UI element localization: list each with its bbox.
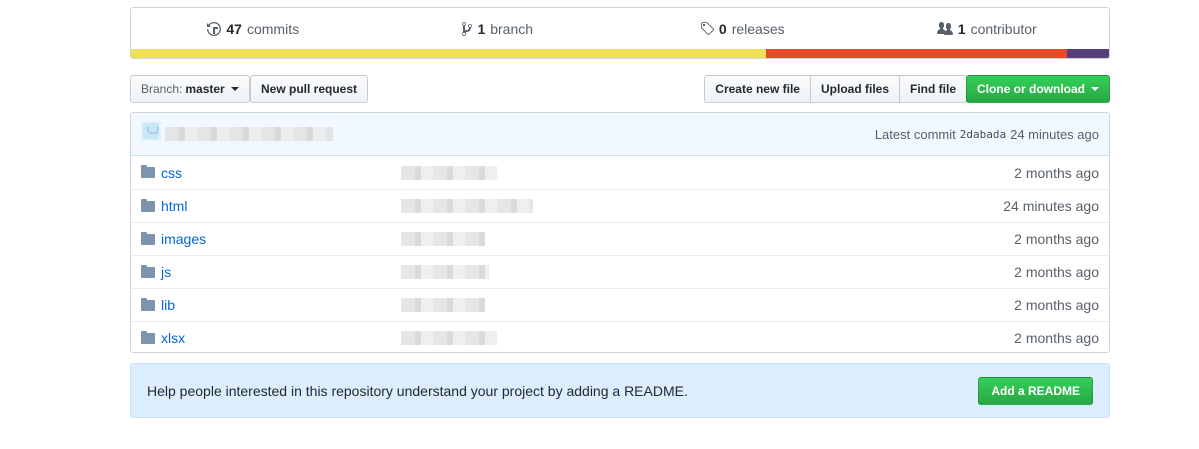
commit-message-cell — [401, 298, 1014, 312]
file-name-link[interactable]: xlsx — [161, 330, 401, 346]
release-label: releases — [731, 20, 785, 37]
repo-summary: 47 commits 1 branch 0 releases 1 contrib… — [130, 7, 1110, 59]
commit-message-cell — [401, 165, 1014, 180]
find-file-button[interactable]: Find file — [899, 75, 967, 103]
git-branch-icon — [462, 21, 473, 36]
branch-name: master — [185, 82, 225, 96]
branch-count: 1 — [477, 20, 486, 37]
file-name-link[interactable]: lib — [161, 297, 401, 313]
file-name-link[interactable]: html — [161, 198, 401, 214]
file-row: images 2 months ago — [131, 222, 1109, 255]
latest-commit-bar: Latest commit 2dabada 24 minutes ago — [131, 113, 1109, 156]
file-row: lib 2 months ago — [131, 288, 1109, 321]
redacted-commit-message — [401, 331, 497, 345]
file-age: 24 minutes ago — [1003, 198, 1099, 214]
redacted-commit-message — [165, 127, 333, 141]
clone-label: Clone or download — [977, 82, 1085, 96]
file-actions-group: Create new file Upload files Find file — [704, 75, 967, 103]
redacted-commit-message — [401, 199, 533, 213]
clone-or-download-button[interactable]: Clone or download — [966, 75, 1110, 103]
folder-icon — [141, 231, 155, 245]
new-pull-request-button[interactable]: New pull request — [250, 75, 369, 103]
folder-icon — [141, 198, 155, 212]
latest-commit-meta: Latest commit 2dabada 24 minutes ago — [875, 127, 1099, 142]
history-icon — [207, 21, 222, 36]
create-new-file-button[interactable]: Create new file — [704, 75, 811, 103]
folder-icon — [141, 330, 155, 344]
avatar[interactable] — [141, 121, 161, 141]
readme-prompt-text: Help people interested in this repositor… — [147, 382, 688, 399]
file-age: 2 months ago — [1014, 231, 1099, 247]
contributor-count: 1 — [957, 20, 966, 37]
readme-prompt: Help people interested in this repositor… — [130, 363, 1110, 418]
contributors-link[interactable]: 1 contributor — [865, 21, 1110, 37]
file-age: 2 months ago — [1014, 297, 1099, 313]
redacted-commit-message — [401, 232, 485, 246]
folder-icon — [141, 264, 155, 278]
tag-icon — [700, 21, 714, 35]
file-row: xlsx 2 months ago — [131, 321, 1109, 352]
branch-prefix: Branch: — [141, 82, 183, 96]
file-navigation: Branch: master New pull request Create n… — [130, 75, 1110, 103]
file-name-link[interactable]: images — [161, 231, 401, 247]
branches-link[interactable]: 1 branch — [376, 21, 621, 37]
commit-label: commits — [246, 20, 300, 37]
contributor-label: contributor — [970, 20, 1037, 37]
commit-sha-link[interactable]: 2dabada — [960, 128, 1006, 141]
file-age: 2 months ago — [1014, 264, 1099, 280]
file-row: js 2 months ago — [131, 255, 1109, 288]
folder-icon — [141, 165, 155, 178]
file-age: 2 months ago — [1014, 330, 1099, 346]
add-readme-button[interactable]: Add a README — [978, 376, 1093, 405]
redacted-commit-message — [401, 265, 489, 279]
file-row: html 24 minutes ago — [131, 189, 1109, 222]
release-count: 0 — [718, 20, 727, 37]
commit-message-cell — [401, 331, 1014, 345]
redacted-commit-message — [401, 165, 497, 180]
caret-down-icon — [1091, 87, 1099, 91]
file-row: css 2 months ago — [131, 156, 1109, 189]
language-segment[interactable] — [1066, 49, 1109, 58]
latest-commit-age: 24 minutes ago — [1010, 126, 1099, 142]
commit-message-cell — [401, 265, 1014, 279]
language-bar[interactable] — [131, 49, 1109, 58]
language-segment[interactable] — [765, 49, 1067, 58]
releases-link[interactable]: 0 releases — [620, 21, 865, 37]
redacted-commit-message — [401, 298, 485, 312]
file-name-link[interactable]: js — [161, 264, 401, 280]
language-segment[interactable] — [131, 49, 766, 58]
upload-files-button[interactable]: Upload files — [809, 75, 900, 103]
commit-count: 47 — [226, 20, 242, 37]
people-icon — [936, 21, 953, 35]
commits-link[interactable]: 47 commits — [131, 21, 376, 37]
folder-icon — [141, 297, 155, 311]
file-age: 2 months ago — [1014, 164, 1099, 181]
branch-label: branch — [490, 20, 534, 37]
latest-commit-prefix: Latest commit — [874, 126, 956, 142]
file-name-link[interactable]: css — [161, 165, 401, 181]
caret-down-icon — [230, 87, 239, 91]
commit-message-cell — [401, 199, 1003, 213]
commit-message-cell — [401, 232, 1014, 246]
file-list: Latest commit 2dabada 24 minutes ago css… — [130, 112, 1110, 353]
branch-select-button[interactable]: Branch: master — [130, 75, 250, 103]
